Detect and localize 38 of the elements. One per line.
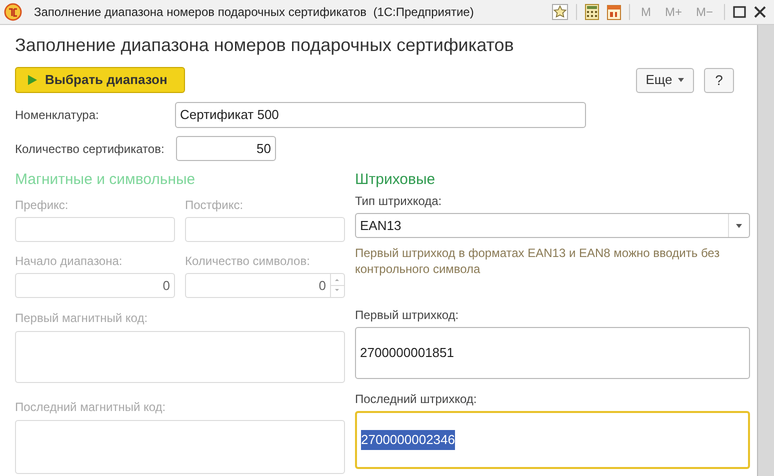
calculator-icon[interactable] [584,4,599,20]
spinner-icon [330,274,344,297]
prefix-field[interactable] [15,217,175,242]
postfix-field[interactable] [185,217,345,242]
close-icon[interactable] [754,6,766,18]
maximize-icon[interactable] [733,6,746,18]
calendar-icon[interactable] [606,4,621,20]
field-label: Первый магнитный код: [15,311,149,325]
logo-icon [4,3,22,21]
field-label: Номенклатура: [15,108,100,122]
field-label: Количество символов: [185,254,311,268]
first-magnetic-code-field[interactable] [15,331,345,383]
field-label: Количество сертификатов: [15,142,166,156]
star-icon[interactable] [552,4,568,20]
caret-icon [678,78,684,82]
field-label: Первый штрихкод: [355,308,460,322]
nomenclature-field[interactable]: Сертификат 500 [175,102,586,128]
field-label: Тип штрихкода: [355,194,443,208]
field-label: Последний штрихкод: [355,392,478,406]
barcode-type-select[interactable]: EAN13 [355,213,750,238]
first-barcode-field[interactable]: 2700000001851 [355,327,750,379]
window-title: Заполнение диапазона номеров подарочных сертификатов (1С:Предприятие) [34,4,474,21]
hint-text: Первый штрихкод в форматах EAN13 и EAN8 можно вводить без контрольного символа [355,245,721,277]
field-label: Префикс: [15,198,70,212]
form-heading: Заполнение диапазона номеров подарочных сертификатов [15,34,515,56]
select-range-button[interactable]: Выбрать диапазон [15,67,185,93]
field-label: Последний магнитный код: [15,400,167,414]
field-label: Постфикс: [185,198,244,212]
section-title: Штриховые [355,171,436,189]
help-button[interactable]: ? [704,68,734,92]
play-icon [28,75,37,85]
more-button[interactable]: Еще [636,68,694,92]
section-title: Магнитные и символьные [15,171,196,189]
field-label: Начало диапазона: [15,254,124,268]
count-field[interactable]: 50 [176,136,276,161]
last-magnetic-code-field[interactable] [15,420,345,474]
last-barcode-field[interactable]: 2700000002346 [355,411,750,469]
caret-icon [736,224,742,228]
